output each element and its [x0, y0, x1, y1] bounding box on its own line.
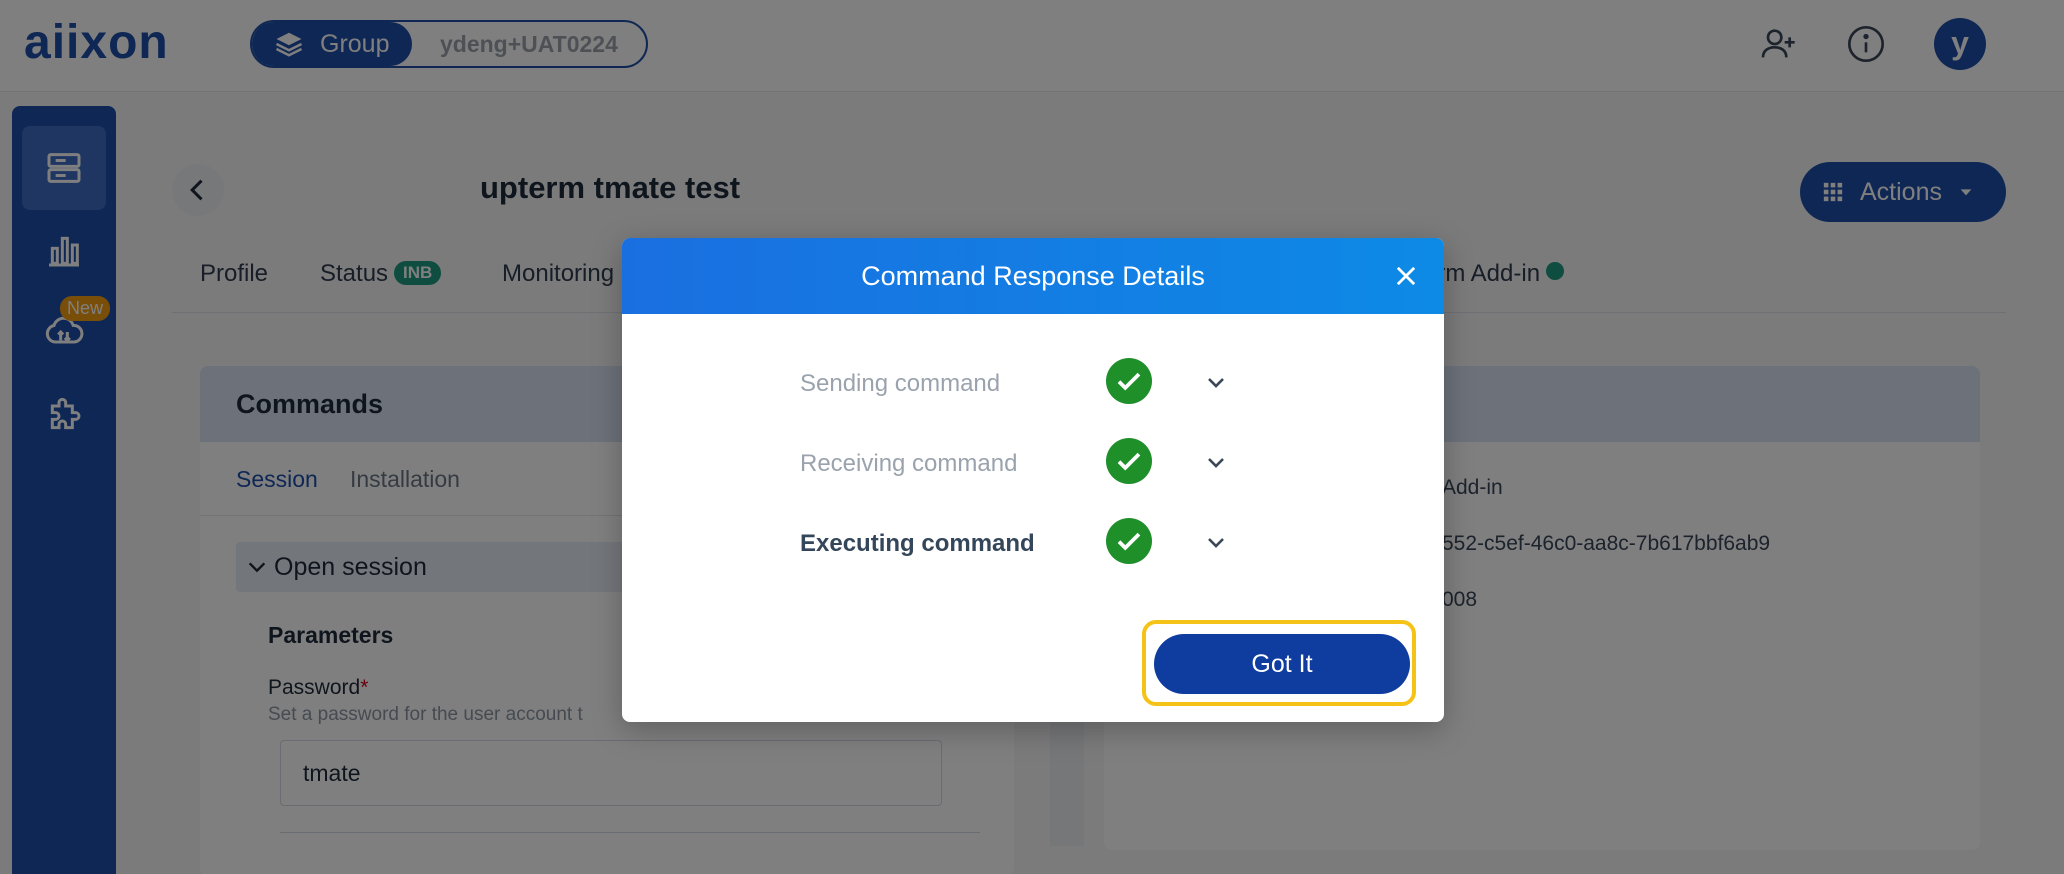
check-circle-icon — [1106, 358, 1152, 404]
step-label: Receiving command — [800, 450, 1018, 477]
step-label: Executing command — [800, 530, 1035, 557]
step-receiving: Receiving command — [800, 438, 1260, 488]
check-circle-icon — [1106, 438, 1152, 484]
step-executing: Executing command — [800, 518, 1260, 568]
chevron-down-icon[interactable] — [1204, 450, 1228, 474]
step-label: Sending command — [800, 370, 1001, 397]
step-sending: Sending command — [800, 358, 1260, 408]
chevron-down-icon[interactable] — [1204, 530, 1228, 554]
close-icon[interactable] — [1392, 262, 1420, 290]
dialog-title: Command Response Details — [861, 261, 1205, 291]
dialog-header: Command Response Details — [622, 238, 1444, 314]
got-it-button[interactable]: Got It — [1154, 634, 1410, 694]
command-response-dialog: Command Response Details Sending command… — [622, 238, 1444, 722]
check-circle-icon — [1106, 518, 1152, 564]
app-window: aiixon Group ydeng+UAT0224 y — [0, 0, 2064, 874]
chevron-down-icon[interactable] — [1204, 370, 1228, 394]
